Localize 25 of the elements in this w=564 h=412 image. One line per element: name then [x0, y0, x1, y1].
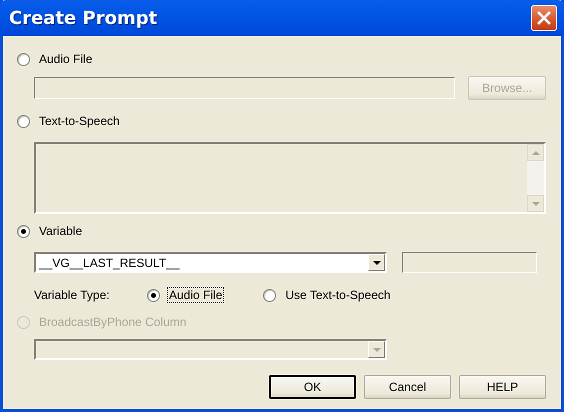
close-button[interactable]: [531, 5, 557, 31]
radio-label[interactable]: Text-to-Speech: [37, 113, 122, 129]
dialog-button[interactable]: Cancel: [364, 375, 451, 399]
radio-button[interactable]: [263, 288, 276, 302]
triangle-arrow-icon: [372, 260, 380, 264]
radio-button[interactable]: [17, 52, 30, 66]
triangle-arrow-icon: [532, 150, 540, 154]
radio-button[interactable]: [147, 288, 160, 302]
file-path-field[interactable]: [34, 77, 456, 99]
radio-button[interactable]: [17, 114, 30, 128]
dialog-button[interactable]: OK: [269, 375, 356, 399]
radio-label[interactable]: Use Text-to-Speech: [283, 287, 393, 303]
text-area[interactable]: [34, 142, 546, 214]
close-icon: [537, 11, 551, 25]
triangle-arrow-icon: [372, 348, 380, 352]
radio-label[interactable]: Audio File: [37, 51, 94, 67]
variable-type-label: Variable Type:: [34, 288, 111, 302]
radio-label[interactable]: Variable: [37, 223, 84, 239]
text-field[interactable]: [402, 252, 537, 273]
window-title: Create Prompt: [9, 8, 158, 28]
radio-button[interactable]: [17, 224, 30, 238]
triangle-arrow-icon: [532, 202, 540, 206]
radio-label[interactable]: Audio File: [167, 287, 224, 303]
dialog-button[interactable]: HELP: [459, 375, 546, 399]
dropdown[interactable]: __VG__LAST_RESULT__: [34, 252, 387, 273]
